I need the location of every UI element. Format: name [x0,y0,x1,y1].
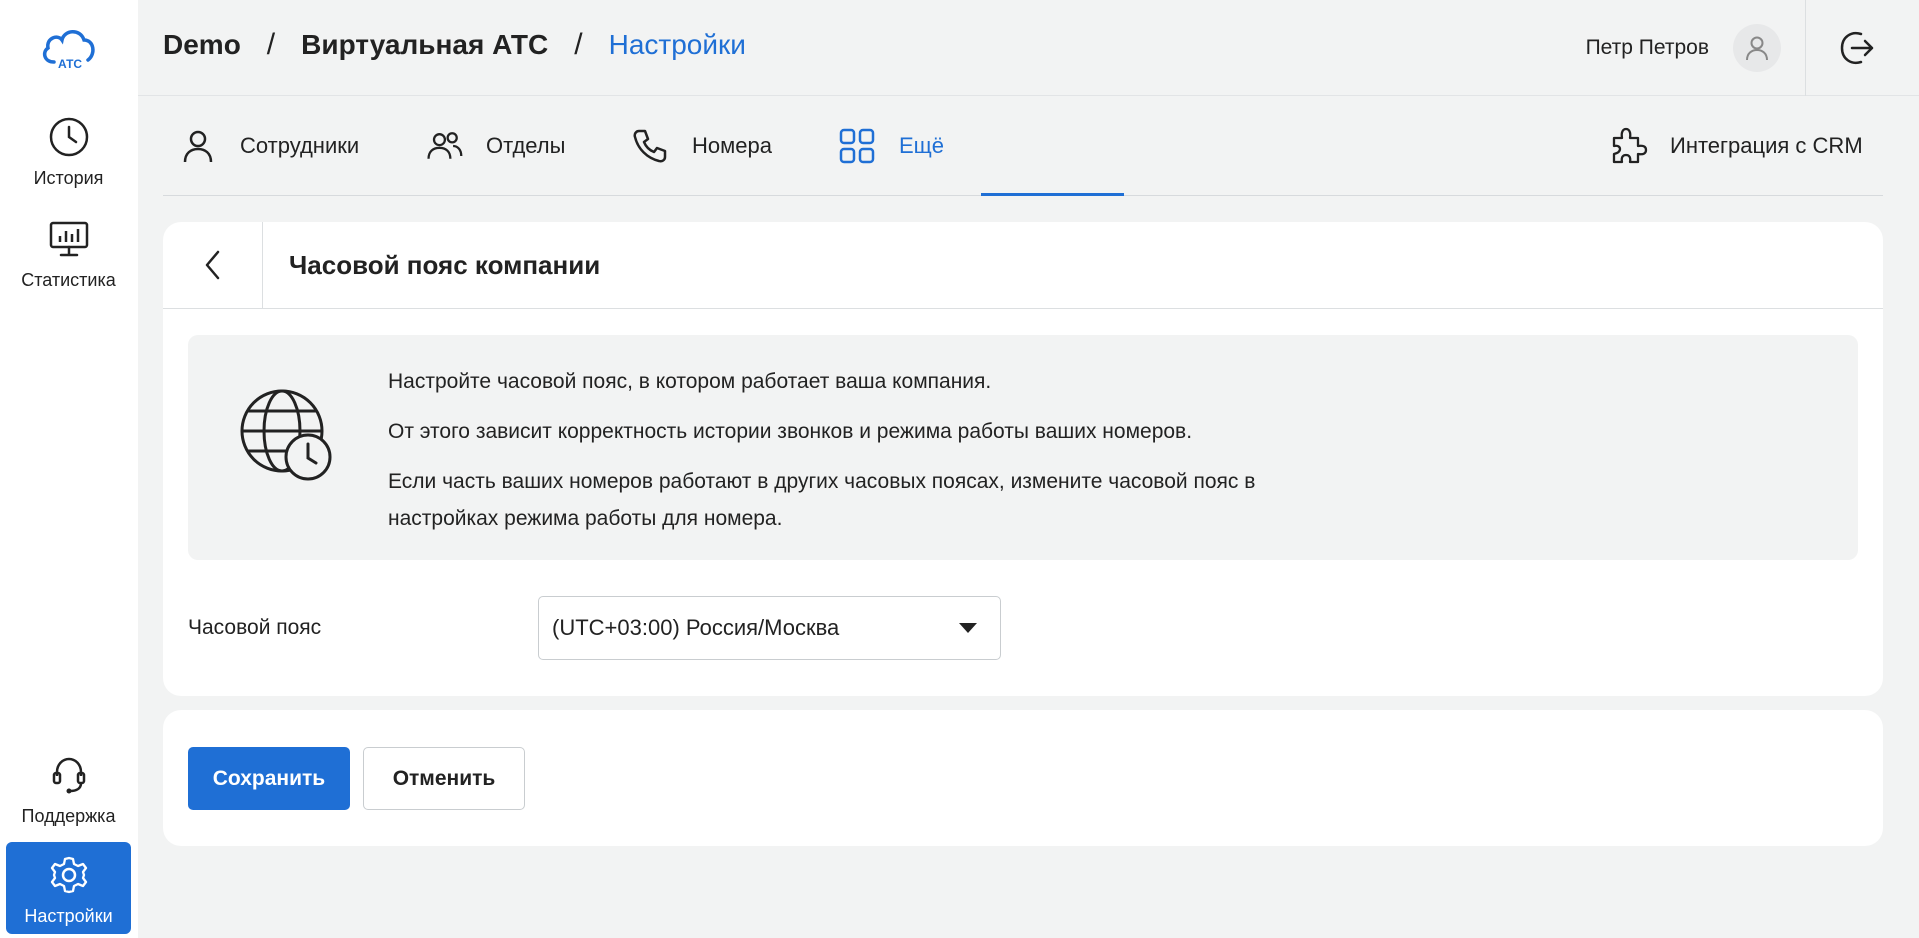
info-panel: Настройте часовой пояс, в котором работа… [188,335,1858,560]
user-icon [1746,36,1768,61]
logout-button[interactable] [1837,28,1877,68]
back-button[interactable] [163,222,263,309]
sidebar-item-history[interactable]: История [6,104,131,196]
sidebar-item-label: История [33,168,104,188]
top-bar: Demo / Виртуальная АТС / Настройки Петр … [138,0,1919,96]
timezone-select[interactable]: (UTC+03:00) Россия/Москва [538,596,1001,660]
tab-employees[interactable]: Сотрудники [178,96,359,196]
chevron-left-icon [205,250,219,280]
sidebar-item-label: Настройки [24,906,113,926]
breadcrumb-virtual-pbx[interactable]: Виртуальная АТС [301,29,548,61]
user-menu[interactable]: Петр Петров [1586,24,1781,72]
logo-text: АТС [58,57,82,71]
headset-icon [52,757,85,794]
timezone-select-value: (UTC+03:00) Россия/Москва [552,615,840,640]
active-tab-indicator [981,193,1124,196]
info-line: От этого зависит корректность истории зв… [388,420,1193,443]
user-name: Петр Петров [1585,36,1709,59]
avatar[interactable] [1733,24,1781,72]
breadcrumb-separator: / [574,28,583,61]
tab-label: Интеграция с CRM [1670,133,1863,158]
gear-icon [50,856,87,894]
info-text: Настройте часовой пояс, в котором работа… [388,363,1255,537]
header-divider [1805,0,1806,96]
cancel-button[interactable]: Отменить [363,747,525,810]
info-line: Если часть ваших номеров работают в друг… [388,470,1256,493]
cloud-logo-icon: АТС [42,30,95,71]
logo[interactable]: АТС [40,24,98,72]
caret-down-icon [959,623,977,633]
settings-tabs: Сотрудники Отделы Номера Ещё Интеграция … [163,96,1883,196]
grid-icon [839,128,875,164]
sidebar-item-label: Поддержка [21,806,116,826]
tab-more[interactable]: Ещё [837,96,944,196]
sidebar-item-support[interactable]: Поддержка [6,742,131,834]
logout-icon [1840,32,1874,64]
sidebar-item-label: Статистика [21,270,116,290]
tab-crm-integration[interactable]: Интеграция с CRM [1608,96,1863,196]
timezone-card: Часовой пояс компании Настройте часовой … [163,222,1883,696]
info-line: настройках режима работы для номера. [388,507,783,530]
actions-panel: Сохранить Отменить [163,710,1883,846]
globe-clock-icon [240,389,332,481]
tab-departments[interactable]: Отделы [424,96,565,196]
save-button[interactable]: Сохранить [188,747,350,810]
phone-icon [633,129,667,163]
sidebar-item-settings[interactable]: Настройки [6,842,131,934]
tab-numbers[interactable]: Номера [630,96,772,196]
person-icon [183,130,213,163]
timezone-label: Часовой пояс [188,616,322,639]
breadcrumb-current: Настройки [608,29,746,60]
people-icon [427,132,463,159]
clock-icon [49,117,88,157]
monitor-chart-icon [49,221,88,257]
breadcrumb-demo[interactable]: Demo [163,29,241,61]
tab-label: Отделы [486,133,566,158]
breadcrumb-separator: / [266,28,276,61]
sidebar-item-statistics[interactable]: Статистика [6,206,131,298]
sidebar: АТС История Статистика Поддержка Настрой… [0,0,138,938]
page-title: Часовой пояс компании [289,249,601,280]
tab-label: Номера [692,133,772,158]
card-header: Часовой пояс компании [163,222,1883,309]
tab-label: Ещё [899,133,945,158]
breadcrumb: Demo / Виртуальная АТС / Настройки [163,28,746,62]
puzzle-icon [1612,127,1648,164]
info-line: Настройте часовой пояс, в котором работа… [388,370,992,393]
tab-label: Сотрудники [240,133,360,158]
